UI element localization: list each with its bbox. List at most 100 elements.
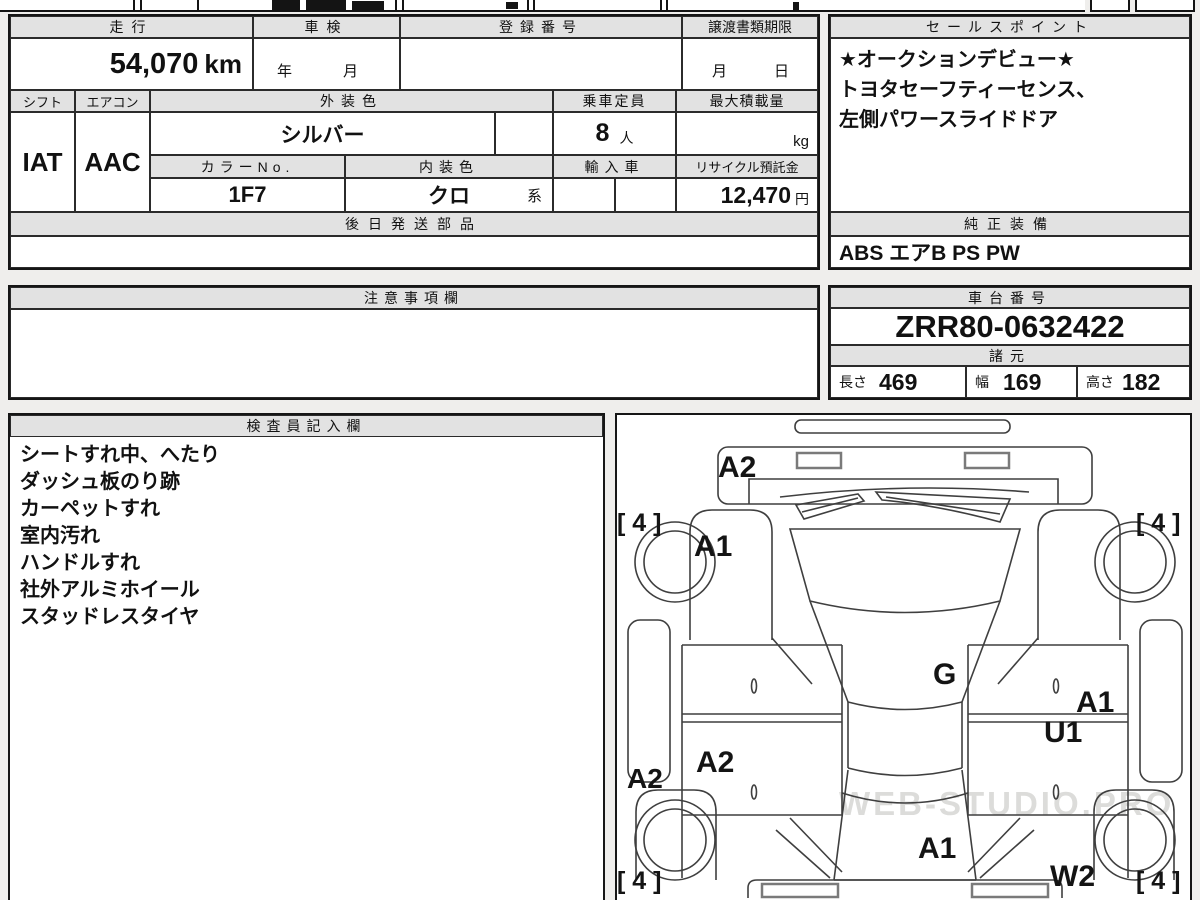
height-value: 182 [1122,368,1161,395]
tire-depth-label: [ 4 ] [617,867,661,895]
width-value: 169 [1003,368,1042,395]
panel-label: A1 [918,832,956,865]
cautions-header: 注意事項欄 [10,287,818,309]
inspector-note-line: ダッシュ板のり跡 [20,471,180,493]
interior-color-suffix: 系 [526,187,542,205]
rear-gate-right [961,769,977,881]
height-label: 高さ [1086,374,1114,390]
table-border [660,0,662,10]
exterior-color-extra-cell [495,112,553,155]
max-load-header: 最大積載量 [676,90,818,112]
shift-header: シフト [10,90,75,112]
registration-value-cell [400,38,682,90]
sales-point-line: ★オークションデビュー★ [839,49,1075,71]
registration-header: 登録番号 [400,16,682,38]
panel-label: A1 [694,530,732,563]
chassis-table: 車台番号 ZRR80-0632422 諸元 長さ 469 幅 169 高さ 18… [828,285,1192,400]
windshield [788,528,1022,614]
exterior-color-header: 外装色 [150,90,553,112]
genuine-equipment-value: ABS エアB PS PW [830,236,1190,268]
wiper-right [874,491,1012,523]
wiper-right-inner [885,496,1001,515]
front-lip [794,419,1011,434]
interior-color-value: クロ [428,185,470,208]
inspector-note-line: スタッドレスタイヤ [20,606,200,628]
odometer-value: 54,070 [109,47,199,80]
odometer-unit: km [204,48,242,79]
aircon-header: エアコン [75,90,150,112]
chassis-no-value: ZRR80-0632422 [830,308,1190,345]
panel-label: U1 [1044,716,1082,749]
wiper-left [794,493,866,520]
roof-rear-arc [847,767,963,777]
door-handle [1052,678,1060,694]
later-parts-value-cell [10,236,818,268]
capacity-unit: 人 [619,129,634,146]
sales-point-line: トヨタセーフティーセンス、 [839,79,1097,101]
tire-depth-label: [ 4 ] [1136,867,1180,895]
color-no-value: 1F7 [150,178,345,212]
width-label: 幅 [975,374,989,390]
transfer-deadline-value: 月 日 [711,63,805,80]
top-cropped-row [0,0,1085,12]
interior-color-value-cell: クロ 系 [345,178,553,212]
rear-bumper-detail [760,882,840,899]
capacity-header: 乗車定員 [553,90,676,112]
aircon-value: AAC [75,112,150,212]
transfer-deadline-header: 譲渡書類期限 [682,16,818,38]
chassis-no-header: 車台番号 [830,287,1190,308]
width-cell: 幅 169 [966,366,1077,398]
car-outline-drawing: A2 A1 G A1 U1 A2 A2 A1 W2 [ 4 ] [ 4 ] [ … [617,419,1183,899]
shaken-value: 年 月 [276,63,376,80]
table-border [133,0,135,10]
cropped-text-fragment [793,2,799,10]
top-cropped-cell [1135,0,1195,12]
table-border [0,10,1085,12]
cautions-content [10,309,818,398]
dimensions-header: 諸元 [830,345,1190,366]
inspector-note-line: ハンドルすれ [20,552,140,574]
length-label: 長さ [839,374,867,390]
sales-points-content: ★オークションデビュー★ トヨタセーフティーセンス、 左側パワースライドドア [830,38,1190,212]
sales-points-table: セールスポイント ★オークションデビュー★ トヨタセーフティーセンス、 左側パワ… [828,14,1192,270]
cropped-text-fragment [506,2,518,9]
cropped-text-fragment [272,0,300,10]
damage-diagram: WEB-STUDIO.PRO A2 A1 G A1 U1 A2 A2 A1 W2… [615,413,1192,900]
panel-label: W2 [1050,860,1095,893]
rear-bumper [747,879,1063,898]
cowl-line [779,487,1030,498]
max-load-unit: kg [793,133,809,150]
panel-label: G [933,658,956,691]
cautions-table: 注意事項欄 [8,285,820,400]
recycle-deposit-header: リサイクル預託金 [676,155,818,178]
table-border [140,0,142,10]
door-handle [1052,784,1060,800]
inspector-note-line: シートすれ中、へたり [20,444,220,466]
sales-points-header: セールスポイント [830,16,1190,38]
transfer-deadline-value-cell: 月 日 [682,38,818,90]
odometer-header: 走行 [10,16,253,38]
vehicle-data-table: 走行 車検 登録番号 譲渡書類期限 54,070 km 年 月 月 日 シフト … [8,14,820,270]
table-border [197,0,199,10]
table-border [666,0,668,10]
rear-quarter-right [967,817,1035,879]
rear-bumper-detail [970,882,1050,899]
sales-point-line: 左側パワースライドドア [839,109,1058,131]
interior-color-header: 内装色 [345,155,553,178]
table-border [395,0,397,10]
front-bumper [717,446,1093,505]
rear-window-arc [841,792,969,804]
shift-value: IAT [10,112,75,212]
panel-label: A2 [627,763,663,794]
inspector-note-line: 室内汚れ [20,525,100,547]
shaken-value-cell: 年 月 [253,38,400,90]
panel-label: A2 [718,451,756,484]
inspector-note-line: カーペットすれ [20,498,160,520]
roof-front-arc [847,701,963,711]
recycle-deposit-unit: 円 [795,191,809,207]
inspector-notes-header: 検査員記入欄 [10,415,603,437]
inspector-notes-content: シートすれ中、へたり ダッシュ板のり跡 カーペットすれ 室内汚れ ハンドルすれ … [10,437,603,899]
recycle-deposit-value: 12,470 [720,181,791,208]
sill-right [1139,619,1183,783]
capacity-value: 8 [595,119,610,147]
